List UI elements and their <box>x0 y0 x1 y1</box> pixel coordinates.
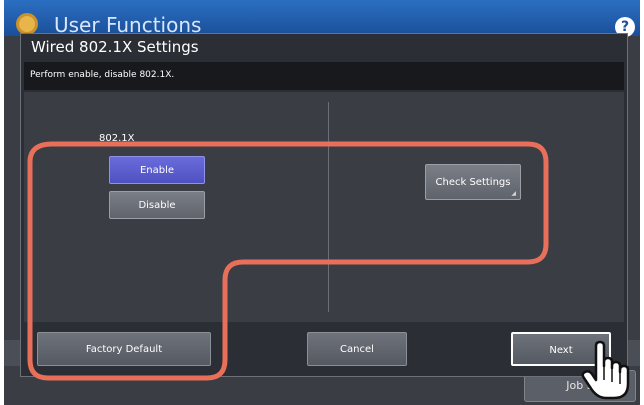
disable-button[interactable]: Disable <box>109 191 205 219</box>
check-settings-button[interactable]: Check Settings ◢ <box>425 164 521 200</box>
next-button[interactable]: Next <box>511 332 611 366</box>
dialog-title: Wired 802.1X Settings <box>31 38 199 56</box>
section-label-8021x: 802.1X <box>99 133 135 144</box>
column-divider <box>328 102 329 312</box>
enable-button[interactable]: Enable <box>109 156 205 184</box>
app-header: User Functions ? <box>4 0 640 37</box>
factory-default-button[interactable]: Factory Default <box>37 332 211 366</box>
wired-8021x-dialog: Wired 802.1X Settings Perform enable, di… <box>20 33 628 377</box>
corner-arrow-icon: ◢ <box>511 190 516 197</box>
description-text: Perform enable, disable 802.1X. <box>30 70 175 80</box>
check-settings-label: Check Settings <box>435 177 511 188</box>
gear-icon <box>16 13 38 35</box>
cancel-button[interactable]: Cancel <box>307 332 407 366</box>
description-bar: Perform enable, disable 802.1X. <box>24 62 624 90</box>
